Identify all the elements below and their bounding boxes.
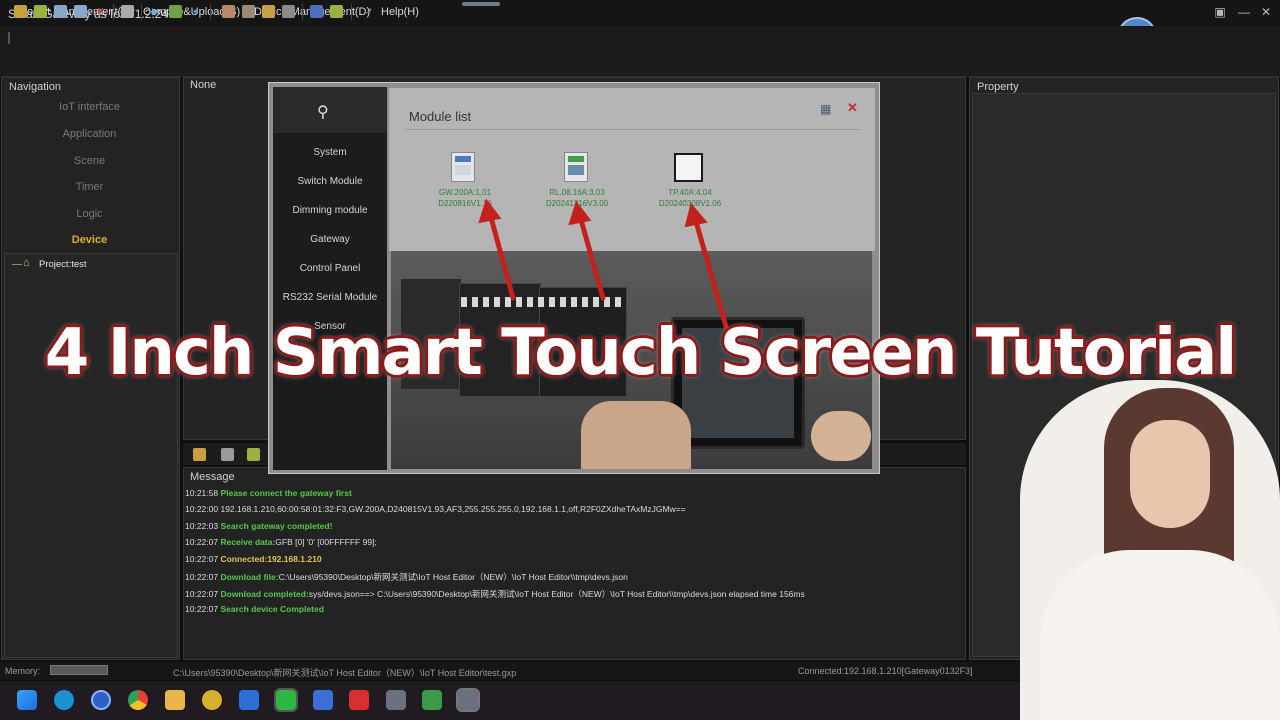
arrow-relay bbox=[577, 213, 606, 301]
arrow-head bbox=[684, 202, 708, 228]
presenter-face bbox=[1130, 420, 1210, 528]
arrow-gateway bbox=[487, 211, 516, 301]
presenter-video bbox=[1020, 380, 1280, 720]
presenter-blouse bbox=[1040, 550, 1280, 720]
arrow-head bbox=[568, 200, 592, 226]
arrow-head bbox=[478, 198, 502, 224]
arrow-panel bbox=[692, 215, 730, 333]
video-overlay-title: 4 Inch Smart Touch Screen Tutorial bbox=[44, 316, 1237, 390]
